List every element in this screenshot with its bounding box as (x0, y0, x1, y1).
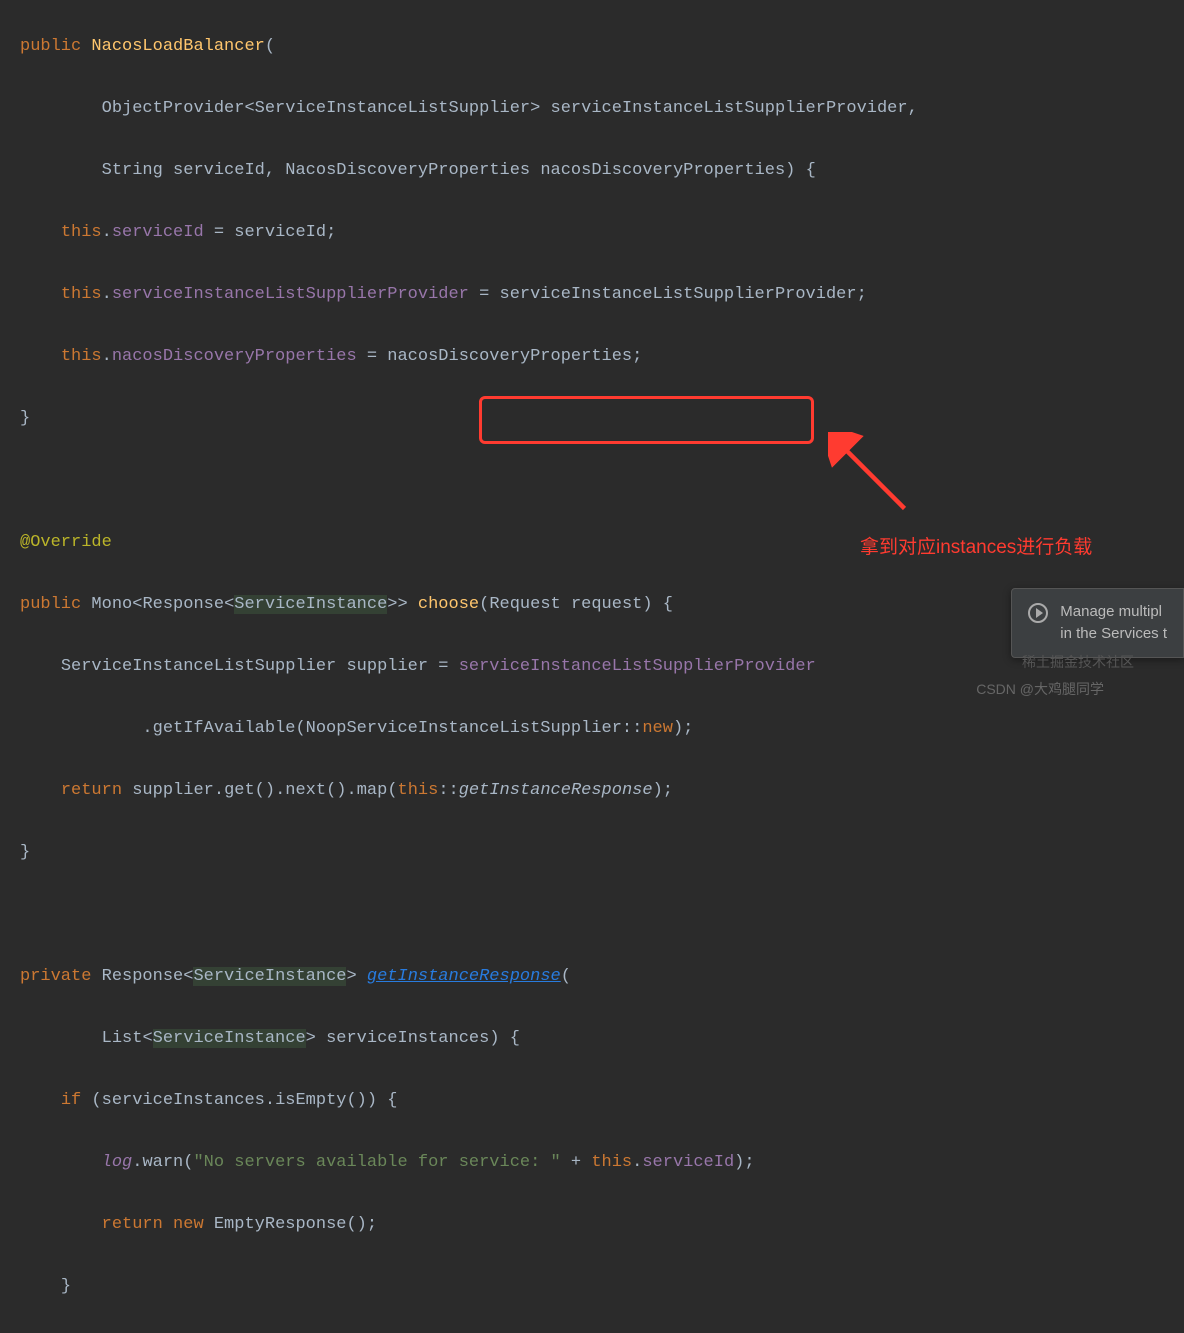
keyword: this (61, 223, 102, 242)
keyword: new (173, 1215, 204, 1234)
punct: ( (265, 37, 275, 56)
keyword: this (591, 1153, 632, 1172)
type-highlighted: ServiceInstance (153, 1029, 306, 1048)
method-call: get (224, 781, 255, 800)
type: ServiceInstanceListSupplier (61, 657, 336, 676)
popup-text: Manage multipl in the Services t (1060, 601, 1167, 645)
keyword: if (61, 1091, 81, 1110)
code-line: .getIfAvailable(NoopServiceInstanceListS… (20, 713, 1184, 744)
type: Mono (91, 595, 132, 614)
field: serviceInstanceListSupplierProvider (459, 657, 816, 676)
parameter: serviceInstanceListSupplierProvider (551, 99, 908, 118)
type: Response (142, 595, 224, 614)
method-call: isEmpty (275, 1091, 346, 1110)
type-highlighted: ServiceInstance (234, 595, 387, 614)
code-line: private Response<ServiceInstance> getIns… (20, 961, 1184, 992)
variable: supplier (132, 781, 214, 800)
keyword: private (20, 967, 91, 986)
code-line: log.warn("No servers available for servi… (20, 1147, 1184, 1178)
keyword: this (398, 781, 439, 800)
code-editor[interactable]: public NacosLoadBalancer( ObjectProvider… (0, 0, 1184, 1333)
code-line: String serviceId, NacosDiscoveryProperti… (20, 155, 1184, 186)
variable: serviceInstances (102, 1091, 265, 1110)
type: ObjectProvider (102, 99, 245, 118)
code-line: this.nacosDiscoveryProperties = nacosDis… (20, 341, 1184, 372)
parameter: serviceId (234, 223, 326, 242)
field: serviceId (642, 1153, 734, 1172)
field: serviceId (112, 223, 204, 242)
type: Request (489, 595, 560, 614)
code-line: if (serviceInstances.isEmpty()) { (20, 1085, 1184, 1116)
punct: , (908, 99, 918, 118)
method-call: next (285, 781, 326, 800)
type: ServiceInstanceListSupplier (255, 99, 530, 118)
keyword: public (20, 37, 81, 56)
code-line: } (20, 1271, 1184, 1302)
field: log (102, 1153, 133, 1172)
parameter: nacosDiscoveryProperties (540, 161, 785, 180)
brace: } (61, 1277, 71, 1296)
code-line (20, 465, 1184, 496)
code-line: public NacosLoadBalancer( (20, 31, 1184, 62)
type: Response (102, 967, 184, 986)
keyword: public (20, 595, 81, 614)
parameter: nacosDiscoveryProperties (387, 347, 632, 366)
method-name: choose (418, 595, 479, 614)
play-icon (1028, 603, 1048, 623)
keyword: return (102, 1215, 163, 1234)
method-ref: getInstanceResponse (459, 781, 653, 800)
keyword: return (61, 781, 122, 800)
watermark-text: CSDN @大鸡腿同学 (976, 674, 1104, 705)
code-line: this.serviceId = serviceId; (20, 217, 1184, 248)
constructor-name: NacosLoadBalancer (91, 37, 264, 56)
code-line: List<ServiceInstance> serviceInstances) … (20, 1023, 1184, 1054)
code-line: return supplier.get().next().map(this::g… (20, 775, 1184, 806)
parameter: request (571, 595, 642, 614)
code-line: this.serviceInstanceListSupplierProvider… (20, 279, 1184, 310)
field: serviceInstanceListSupplierProvider (112, 285, 469, 304)
punct: < (244, 99, 254, 118)
method-call: getIfAvailable (153, 719, 296, 738)
brace: } (20, 409, 30, 428)
code-line: public Mono<Response<ServiceInstance>> c… (20, 589, 1184, 620)
code-line (20, 899, 1184, 930)
keyword: new (642, 719, 673, 738)
type: NacosDiscoveryProperties (285, 161, 530, 180)
annotation: @Override (20, 533, 112, 552)
field: nacosDiscoveryProperties (112, 347, 357, 366)
type: NoopServiceInstanceListSupplier (306, 719, 622, 738)
type-highlighted: ServiceInstance (193, 967, 346, 986)
method-declaration-link[interactable]: getInstanceResponse (367, 967, 561, 986)
parameter: serviceInstanceListSupplierProvider (500, 285, 857, 304)
code-line: return new EmptyResponse(); (20, 1209, 1184, 1240)
parameter: serviceInstances (326, 1029, 489, 1048)
type: String (102, 161, 163, 180)
code-line: } (20, 403, 1184, 434)
code-line: ObjectProvider<ServiceInstanceListSuppli… (20, 93, 1184, 124)
type: EmptyResponse (214, 1215, 347, 1234)
parameter: serviceId (173, 161, 265, 180)
punct: > (530, 99, 540, 118)
keyword: this (61, 285, 102, 304)
annotation-label: 拿到对应instances进行负载 (860, 532, 1092, 563)
code-line: } (20, 837, 1184, 868)
popup-line1: Manage multipl (1060, 601, 1167, 623)
popup-line2: in the Services t (1060, 623, 1167, 645)
punct: ) { (785, 161, 816, 180)
type: List (102, 1029, 143, 1048)
method-call: warn (142, 1153, 183, 1172)
variable: supplier (346, 657, 428, 676)
string-literal: "No servers available for service: " (193, 1153, 560, 1172)
keyword: this (61, 347, 102, 366)
brace: } (20, 843, 30, 862)
method-call: map (357, 781, 388, 800)
